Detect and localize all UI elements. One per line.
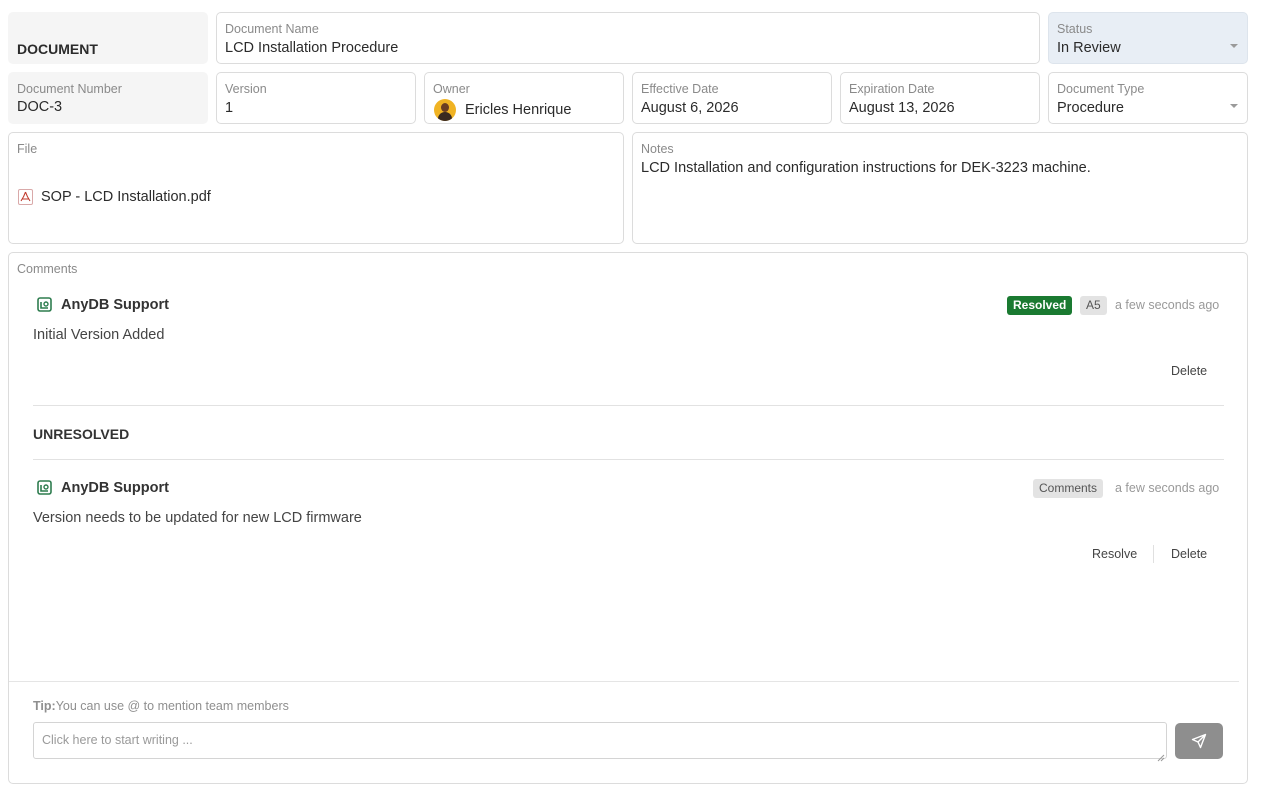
status-value: In Review: [1057, 40, 1121, 56]
pdf-icon: [18, 189, 33, 205]
expiration-date-label: Expiration Date: [849, 82, 935, 96]
status-label: Status: [1057, 22, 1093, 36]
comment-text: Version needs to be updated for new LCD …: [33, 510, 362, 526]
file-link[interactable]: SOP - LCD Installation.pdf: [41, 189, 211, 205]
document-name-value[interactable]: LCD Installation Procedure: [225, 40, 398, 56]
notes-value[interactable]: LCD Installation and configuration instr…: [641, 160, 1091, 176]
expiration-date-value[interactable]: August 13, 2026: [849, 100, 955, 116]
document-number-field: Document Number DOC-3: [8, 72, 208, 124]
divider: [9, 681, 1239, 682]
effective-date-field[interactable]: Effective Date August 6, 2026: [632, 72, 832, 124]
send-button[interactable]: [1175, 723, 1223, 759]
action-separator: [1153, 545, 1154, 563]
mention-tip: Tip:You can use @ to mention team member…: [33, 699, 289, 713]
anydb-logo-icon: [37, 297, 52, 312]
chevron-down-icon: [1230, 104, 1238, 108]
owner-field[interactable]: Owner Ericles Henrique: [424, 72, 624, 124]
unresolved-heading: UNRESOLVED: [33, 426, 130, 442]
comment-text: Initial Version Added: [33, 327, 165, 343]
send-icon: [1191, 733, 1207, 749]
document-name-field[interactable]: Document Name LCD Installation Procedure: [216, 12, 1040, 64]
resolved-badge: Resolved: [1007, 296, 1073, 315]
document-section-header: DOCUMENT: [8, 12, 208, 64]
comment-time: a few seconds ago: [1115, 298, 1220, 312]
delete-button[interactable]: Delete: [1171, 547, 1207, 561]
version-label: Version: [225, 82, 267, 96]
anydb-logo-icon: [37, 480, 52, 495]
owner-label: Owner: [433, 82, 470, 96]
tip-prefix: Tip:: [33, 699, 56, 713]
expiration-date-field[interactable]: Expiration Date August 13, 2026: [840, 72, 1040, 124]
document-type-label: Document Type: [1057, 82, 1145, 96]
notes-label: Notes: [641, 142, 674, 156]
comment-time: a few seconds ago: [1115, 481, 1220, 495]
tip-text: You can use @ to mention team members: [55, 699, 289, 713]
owner-value[interactable]: Ericles Henrique: [465, 102, 571, 118]
notes-field[interactable]: Notes LCD Installation and configuration…: [632, 132, 1248, 244]
document-type-value: Procedure: [1057, 100, 1124, 116]
effective-date-value[interactable]: August 6, 2026: [641, 100, 739, 116]
effective-date-label: Effective Date: [641, 82, 719, 96]
divider: [33, 459, 1224, 460]
document-name-label: Document Name: [225, 22, 319, 36]
divider: [33, 405, 1224, 406]
file-label: File: [17, 142, 38, 156]
comment-input[interactable]: [33, 722, 1167, 759]
version-value[interactable]: 1: [225, 100, 233, 116]
delete-button[interactable]: Delete: [1171, 364, 1207, 378]
file-field: File SOP - LCD Installation.pdf: [8, 132, 624, 244]
comment-tag: A5: [1080, 296, 1107, 315]
chevron-down-icon: [1230, 44, 1238, 48]
resize-handle-icon[interactable]: [1157, 749, 1165, 762]
document-number-label: Document Number: [17, 82, 122, 96]
resolve-button[interactable]: Resolve: [1092, 547, 1137, 561]
owner-avatar: [434, 99, 456, 121]
comments-label: Comments: [17, 262, 78, 276]
document-number-value: DOC-3: [17, 99, 63, 115]
version-field[interactable]: Version 1: [216, 72, 416, 124]
comments-panel: Comments AnyDB Support Resolved A5 a few…: [8, 252, 1248, 784]
comment-author: AnyDB Support: [61, 297, 169, 313]
document-heading: DOCUMENT: [17, 41, 98, 57]
comment-tag: Comments: [1033, 479, 1104, 498]
document-type-select[interactable]: Document Type Procedure: [1048, 72, 1248, 124]
status-select[interactable]: Status In Review: [1048, 12, 1248, 64]
comment-author: AnyDB Support: [61, 480, 169, 496]
